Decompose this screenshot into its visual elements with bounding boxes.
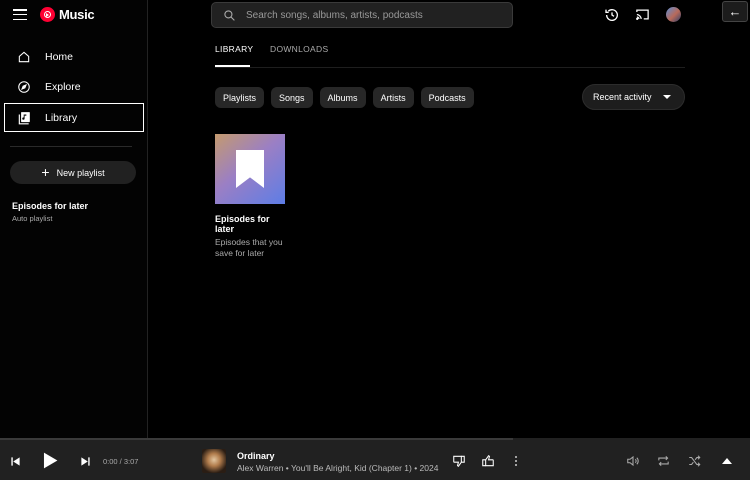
sidebar-item-label: Explore bbox=[45, 81, 81, 93]
card-title: Episodes for later bbox=[215, 214, 270, 234]
playlist-title: Episodes for later bbox=[12, 201, 89, 211]
album-art[interactable] bbox=[202, 449, 226, 473]
song-title[interactable]: Ordinary bbox=[237, 451, 275, 461]
app-logo[interactable]: Music bbox=[40, 7, 95, 22]
chip-playlists[interactable]: Playlists bbox=[215, 87, 265, 108]
history-icon bbox=[605, 9, 618, 21]
player-bar: 0:00 / 3:07 bbox=[0, 438, 750, 480]
menu-icon[interactable] bbox=[13, 9, 27, 20]
next-icon[interactable] bbox=[80, 456, 91, 467]
tabs-divider bbox=[215, 67, 685, 68]
history-button[interactable] bbox=[604, 7, 620, 23]
search-bar[interactable] bbox=[211, 2, 513, 28]
progress-bar[interactable] bbox=[0, 438, 513, 440]
sidebar-header: Music bbox=[0, 0, 148, 32]
bookmark-icon bbox=[236, 150, 264, 188]
search-input[interactable] bbox=[246, 9, 496, 21]
sidebar: Music Home Explore Library + New playlis… bbox=[0, 0, 148, 438]
cast-icon bbox=[636, 9, 649, 21]
app-name: Music bbox=[59, 7, 95, 22]
playback-time: 0:00 / 3:07 bbox=[103, 457, 139, 466]
sidebar-item-library[interactable]: Library bbox=[4, 103, 144, 132]
sidebar-divider bbox=[10, 146, 132, 147]
card-subtitle-line: save for later bbox=[215, 248, 265, 258]
library-icon bbox=[18, 111, 30, 124]
sidebar-item-label: Library bbox=[45, 111, 78, 124]
filter-chips: Playlists Songs Albums Artists Podcasts bbox=[215, 87, 474, 108]
chip-podcasts[interactable]: Podcasts bbox=[420, 87, 474, 108]
plus-icon: + bbox=[41, 163, 50, 180]
chip-songs[interactable]: Songs bbox=[271, 87, 313, 108]
shuffle-icon[interactable] bbox=[687, 454, 702, 468]
previous-icon[interactable] bbox=[10, 456, 21, 467]
playlist-thumbnail bbox=[215, 134, 285, 204]
search-icon bbox=[224, 9, 235, 21]
tab-library[interactable]: LIBRARY bbox=[215, 44, 253, 67]
new-playlist-label: New playlist bbox=[56, 167, 105, 178]
back-button[interactable]: ← bbox=[722, 1, 748, 22]
sidebar-playlist-item[interactable]: Episodes for later Auto playlist bbox=[12, 201, 88, 223]
like-icon[interactable] bbox=[481, 454, 495, 468]
sidebar-item-label: Home bbox=[45, 51, 74, 63]
sort-label: Recent activity bbox=[593, 92, 652, 102]
new-playlist-button[interactable]: + New playlist bbox=[10, 161, 136, 184]
volume-icon[interactable] bbox=[626, 454, 640, 468]
sort-dropdown[interactable]: Recent activity bbox=[582, 84, 685, 110]
card-subtitle-line: Episodes that you bbox=[215, 237, 283, 247]
playlist-card[interactable]: Episodes for later Episodes that you sav… bbox=[215, 134, 285, 259]
playlist-subtitle: Auto playlist bbox=[12, 214, 53, 223]
song-meta[interactable]: Alex Warren • You'll Be Alright, Kid (Ch… bbox=[237, 463, 438, 473]
dislike-icon[interactable] bbox=[452, 454, 466, 468]
library-tabs: LIBRARY DOWNLOADS bbox=[215, 44, 328, 67]
chip-albums[interactable]: Albums bbox=[319, 87, 366, 108]
more-options-icon[interactable] bbox=[511, 455, 521, 467]
sidebar-item-home[interactable]: Home bbox=[4, 42, 144, 72]
play-icon[interactable] bbox=[40, 451, 59, 470]
cast-button[interactable] bbox=[635, 7, 650, 22]
caret-down-icon bbox=[663, 95, 671, 99]
sidebar-item-explore[interactable]: Explore bbox=[4, 72, 144, 102]
caret-up-icon[interactable] bbox=[721, 457, 733, 465]
repeat-icon[interactable] bbox=[656, 454, 671, 468]
card-subtitle: Episodes that you save for later bbox=[215, 237, 285, 259]
music-logo-icon bbox=[40, 7, 55, 22]
home-icon bbox=[18, 51, 30, 63]
compass-icon bbox=[18, 81, 30, 93]
arrow-left-icon: ← bbox=[728, 4, 742, 19]
tab-downloads[interactable]: DOWNLOADS bbox=[270, 44, 328, 66]
avatar[interactable] bbox=[666, 7, 681, 22]
chip-artists[interactable]: Artists bbox=[372, 87, 414, 108]
sidebar-nav: Home Explore Library bbox=[0, 42, 148, 132]
